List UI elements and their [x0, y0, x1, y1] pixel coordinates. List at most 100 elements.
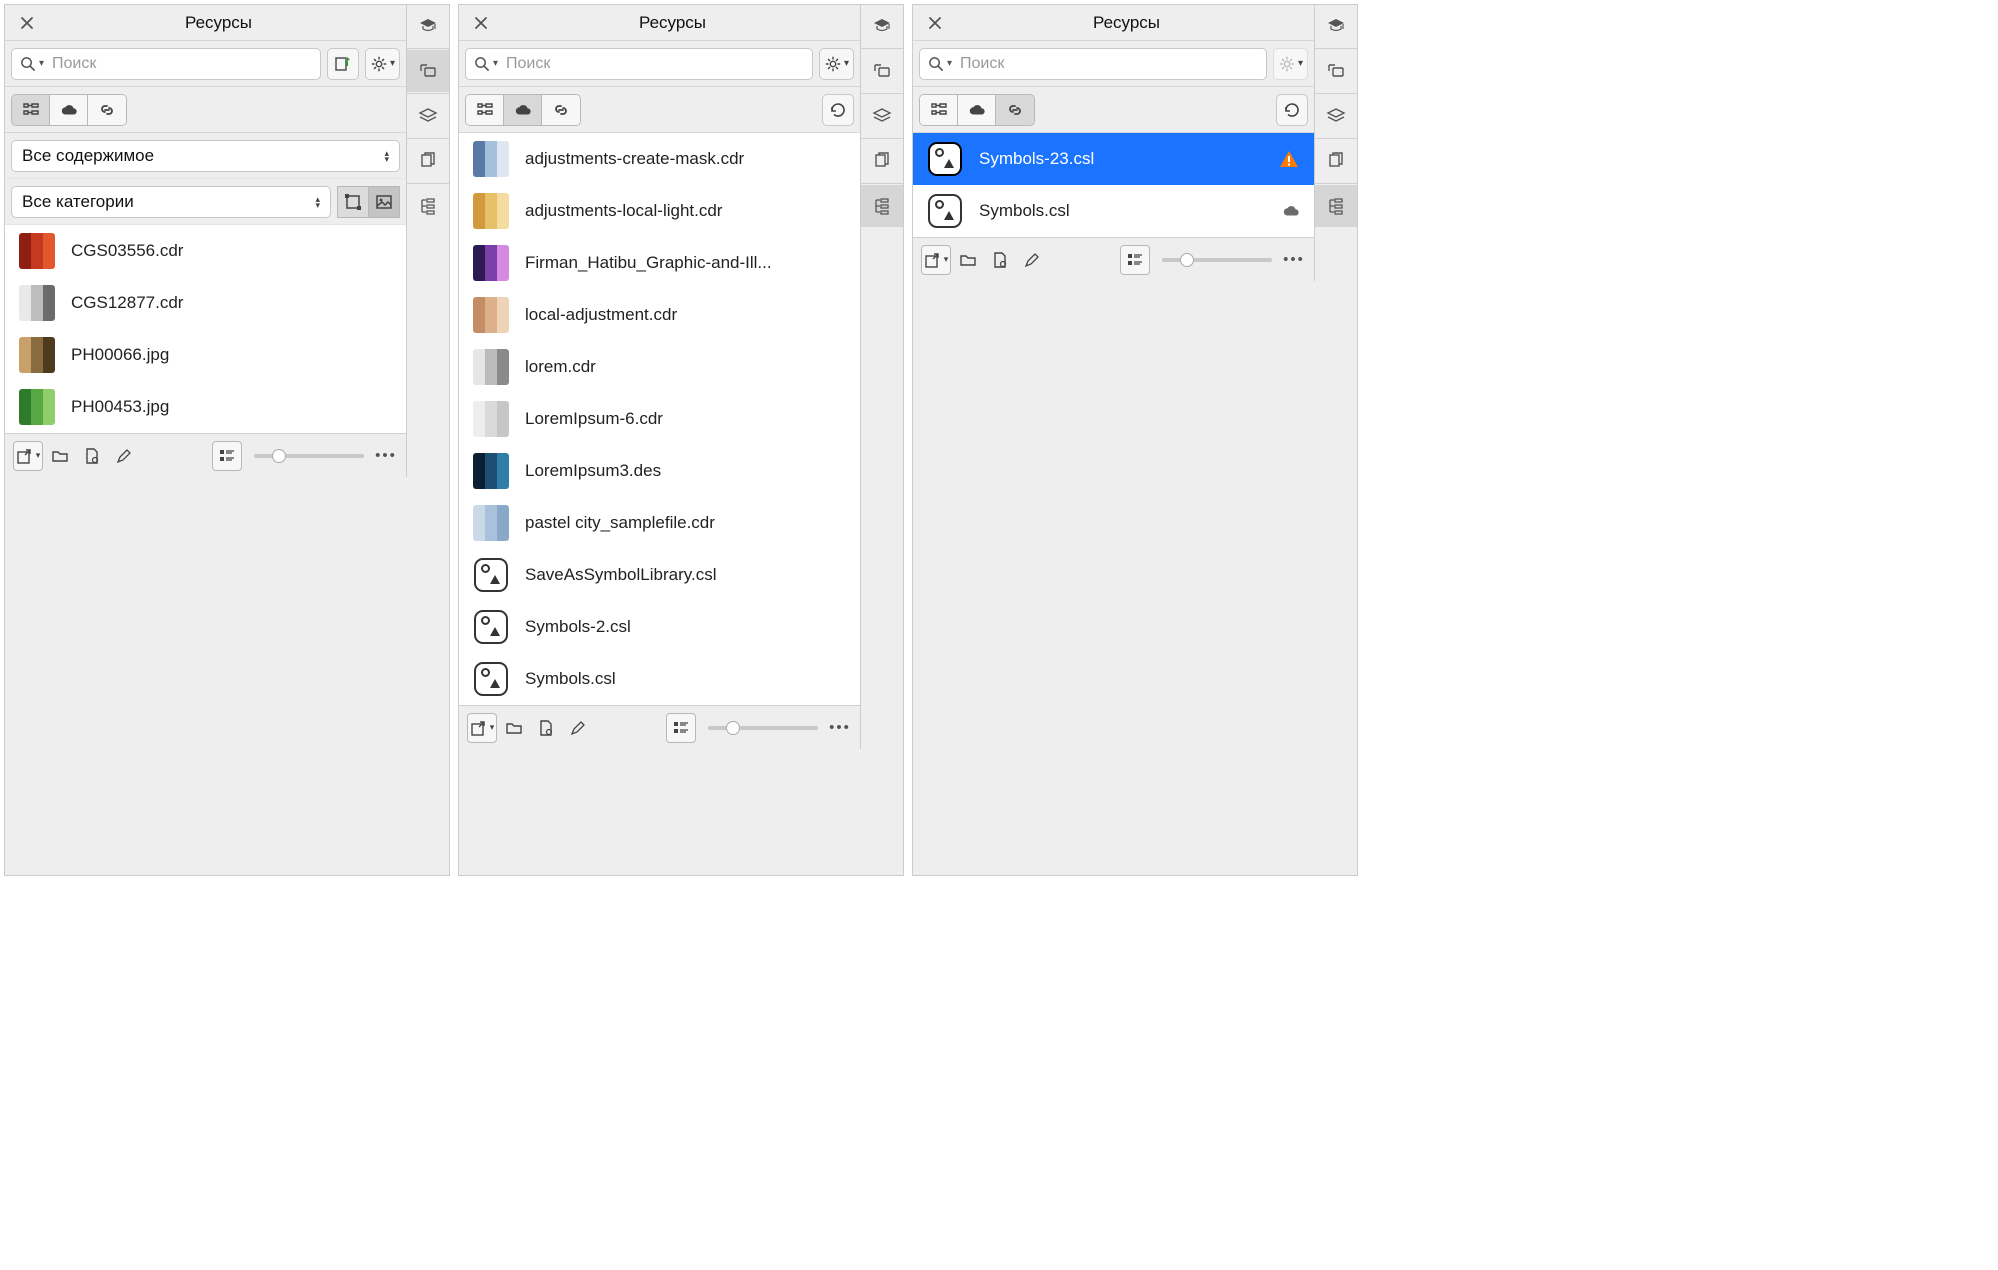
source-local-tab[interactable]	[466, 95, 504, 125]
rail-tree[interactable]	[861, 185, 903, 227]
source-segmented-control	[465, 94, 581, 126]
open-folder-button[interactable]	[953, 245, 983, 275]
file-name: CGS03556.cdr	[71, 241, 392, 261]
list-item[interactable]: lorem.cdr	[459, 341, 860, 393]
source-local-tab[interactable]	[12, 95, 50, 125]
rail-learn[interactable]	[861, 5, 903, 47]
edit-button[interactable]	[1017, 245, 1047, 275]
document-settings-button[interactable]	[531, 713, 561, 743]
document-settings-button[interactable]	[77, 441, 107, 471]
thumbnail	[19, 285, 55, 321]
close-button[interactable]	[17, 13, 37, 33]
list-item[interactable]: Symbols-23.csl	[913, 133, 1314, 185]
list-view-button[interactable]	[212, 441, 242, 471]
thumbnail-size-slider[interactable]	[254, 454, 364, 458]
list-item[interactable]: LoremIpsum3.des	[459, 445, 860, 497]
more-menu-button[interactable]: •••	[374, 447, 398, 464]
category-filter-dropdown[interactable]: Все категории▴▾	[11, 186, 331, 218]
list-item[interactable]: pastel city_samplefile.cdr	[459, 497, 860, 549]
search-icon	[928, 56, 943, 71]
open-folder-button[interactable]	[45, 441, 75, 471]
rail-pages[interactable]	[407, 140, 449, 182]
rail-layers[interactable]	[861, 95, 903, 137]
category-filter-value: Все категории	[22, 192, 134, 212]
view-images-button[interactable]	[368, 186, 400, 218]
rail-pages[interactable]	[1315, 140, 1357, 182]
source-cloud-tab[interactable]	[958, 95, 996, 125]
thumbnail	[927, 193, 963, 229]
source-cloud-tab[interactable]	[504, 95, 542, 125]
source-linked-tab[interactable]	[88, 95, 126, 125]
import-menu-button[interactable]: ▾	[921, 245, 951, 275]
import-menu-button[interactable]: ▾	[13, 441, 43, 471]
search-dropdown-caret[interactable]: ▾	[947, 58, 952, 69]
thumbnail-size-slider[interactable]	[708, 726, 818, 730]
asset-list: adjustments-create-mask.cdr adjustments-l…	[459, 133, 860, 705]
thumbnail	[473, 609, 509, 645]
list-item[interactable]: adjustments-local-light.cdr	[459, 185, 860, 237]
list-item[interactable]: PH00453.jpg	[5, 381, 406, 433]
source-local-tab[interactable]	[920, 95, 958, 125]
list-view-button[interactable]	[1120, 245, 1150, 275]
close-button[interactable]	[925, 13, 945, 33]
edit-button[interactable]	[109, 441, 139, 471]
list-item[interactable]: CGS03556.cdr	[5, 225, 406, 277]
thumbnail	[473, 401, 509, 437]
thumbnail-size-slider[interactable]	[1162, 258, 1272, 262]
list-item[interactable]: adjustments-create-mask.cdr	[459, 133, 860, 185]
search-box[interactable]: ▾	[919, 48, 1267, 80]
view-frames-button[interactable]	[337, 186, 369, 218]
search-input[interactable]	[50, 54, 312, 74]
rail-learn[interactable]	[1315, 5, 1357, 47]
content-filter-dropdown[interactable]: Все содержимое▴▾	[11, 140, 400, 172]
import-button[interactable]	[327, 48, 359, 80]
search-icon	[474, 56, 489, 71]
list-item[interactable]: Firman_Hatibu_Graphic-and-Ill...	[459, 237, 860, 289]
rail-align[interactable]	[1315, 50, 1357, 92]
edit-button[interactable]	[563, 713, 593, 743]
list-item[interactable]: Symbols.csl	[459, 653, 860, 705]
rail-pages[interactable]	[861, 140, 903, 182]
rail-tree[interactable]	[1315, 185, 1357, 227]
rail-align[interactable]	[407, 50, 449, 92]
refresh-button[interactable]	[822, 94, 854, 126]
panel-title: Ресурсы	[945, 13, 1308, 33]
settings-button[interactable]: ▾	[365, 48, 400, 80]
thumbnail	[19, 337, 55, 373]
search-input[interactable]	[504, 54, 804, 74]
document-settings-button[interactable]	[985, 245, 1015, 275]
search-box[interactable]: ▾	[11, 48, 321, 80]
thumbnail	[927, 141, 963, 177]
open-folder-button[interactable]	[499, 713, 529, 743]
refresh-button[interactable]	[1276, 94, 1308, 126]
more-menu-button[interactable]: •••	[828, 719, 852, 736]
rail-learn[interactable]	[407, 5, 449, 47]
more-menu-button[interactable]: •••	[1282, 251, 1306, 268]
search-input[interactable]	[958, 54, 1258, 74]
rail-layers[interactable]	[407, 95, 449, 137]
list-item[interactable]: PH00066.jpg	[5, 329, 406, 381]
source-linked-tab[interactable]	[542, 95, 580, 125]
rail-layers[interactable]	[1315, 95, 1357, 137]
search-dropdown-caret[interactable]: ▾	[493, 58, 498, 69]
list-view-button[interactable]	[666, 713, 696, 743]
source-cloud-tab[interactable]	[50, 95, 88, 125]
list-item[interactable]: CGS12877.cdr	[5, 277, 406, 329]
list-item[interactable]: Symbols-2.csl	[459, 601, 860, 653]
list-item[interactable]: local-adjustment.cdr	[459, 289, 860, 341]
rail-tree[interactable]	[407, 185, 449, 227]
thumbnail	[473, 557, 509, 593]
list-item[interactable]: LoremIpsum-6.cdr	[459, 393, 860, 445]
close-button[interactable]	[471, 13, 491, 33]
search-dropdown-caret[interactable]: ▾	[39, 58, 44, 69]
search-box[interactable]: ▾	[465, 48, 813, 80]
source-linked-tab[interactable]	[996, 95, 1034, 125]
file-name: Symbols-23.csl	[979, 149, 1272, 169]
settings-button[interactable]: ▾	[819, 48, 854, 80]
import-menu-button[interactable]: ▾	[467, 713, 497, 743]
list-item[interactable]: Symbols.csl	[913, 185, 1314, 237]
warning-icon	[1278, 149, 1300, 169]
rail-align[interactable]	[861, 50, 903, 92]
file-name: adjustments-create-mask.cdr	[525, 149, 846, 169]
list-item[interactable]: SaveAsSymbolLibrary.csl	[459, 549, 860, 601]
